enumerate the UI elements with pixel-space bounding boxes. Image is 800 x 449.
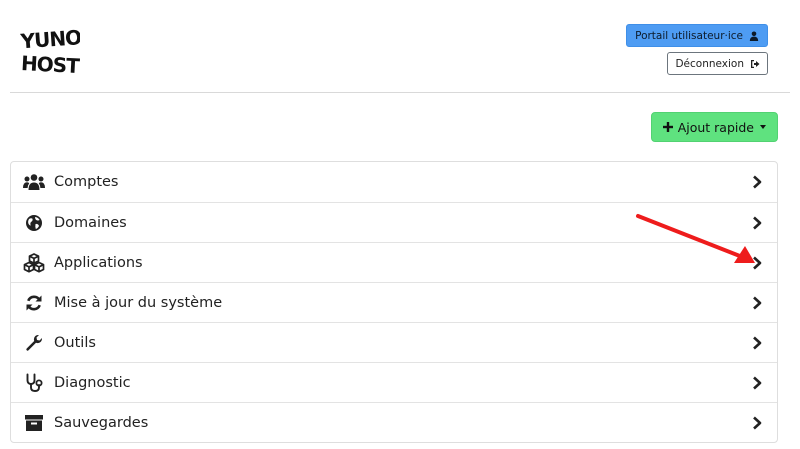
menu-item-label: Sauvegardes [54, 414, 149, 431]
menu-item-label: Comptes [54, 174, 119, 190]
logout-label: Déconnexion [675, 57, 744, 70]
sign-out-icon [751, 59, 760, 68]
menu-item-applications[interactable]: Applications [11, 242, 777, 282]
main-menu: Comptes Domaines Applications Mise à jou… [10, 161, 778, 443]
yunohost-logo[interactable]: YUNO HOST [19, 25, 82, 78]
user-icon [749, 31, 759, 41]
stethoscope-icon [23, 372, 45, 394]
menu-item-comptes[interactable]: Comptes [11, 162, 777, 202]
menu-item-label: Diagnostic [54, 374, 131, 391]
header-actions: Portail utilisateur·ice Déconnexion [626, 24, 768, 75]
wrench-icon [23, 332, 45, 354]
plus-icon [662, 122, 673, 132]
quick-add-label: Ajout rapide [677, 119, 754, 135]
menu-item-diagnostic[interactable]: Diagnostic [11, 362, 777, 402]
menu-item-mise-a-jour[interactable]: Mise à jour du système [11, 282, 777, 322]
user-portal-button[interactable]: Portail utilisateur·ice [626, 24, 768, 47]
chevron-right-icon [753, 216, 762, 230]
globe-icon [23, 212, 45, 234]
cubes-icon [23, 252, 45, 274]
logout-button[interactable]: Déconnexion [667, 52, 768, 75]
menu-item-domaines[interactable]: Domaines [11, 202, 777, 242]
chevron-right-icon [753, 296, 762, 310]
quick-add-button[interactable]: Ajout rapide [650, 112, 778, 142]
chevron-right-icon [753, 336, 762, 350]
logo-line-2: HOST [20, 51, 80, 77]
user-portal-label: Portail utilisateur·ice [635, 29, 743, 42]
chevron-right-icon [753, 256, 762, 270]
menu-item-label: Mise à jour du système [54, 294, 223, 311]
users-icon [23, 171, 45, 193]
menu-item-outils[interactable]: Outils [11, 322, 777, 362]
chevron-down-icon [760, 125, 766, 129]
chevron-right-icon [753, 376, 762, 390]
menu-item-label: Applications [54, 254, 143, 271]
header-divider [10, 92, 790, 93]
menu-item-label: Outils [54, 334, 96, 351]
archive-icon [23, 412, 45, 434]
logo-line-1: YUNO [20, 25, 80, 53]
chevron-right-icon [753, 416, 762, 430]
refresh-icon [23, 292, 45, 314]
chevron-right-icon [753, 175, 762, 189]
menu-item-label: Domaines [54, 214, 127, 231]
yunohost-logo-graphic: YUNO HOST [19, 25, 82, 78]
menu-item-sauvegardes[interactable]: Sauvegardes [11, 402, 777, 442]
